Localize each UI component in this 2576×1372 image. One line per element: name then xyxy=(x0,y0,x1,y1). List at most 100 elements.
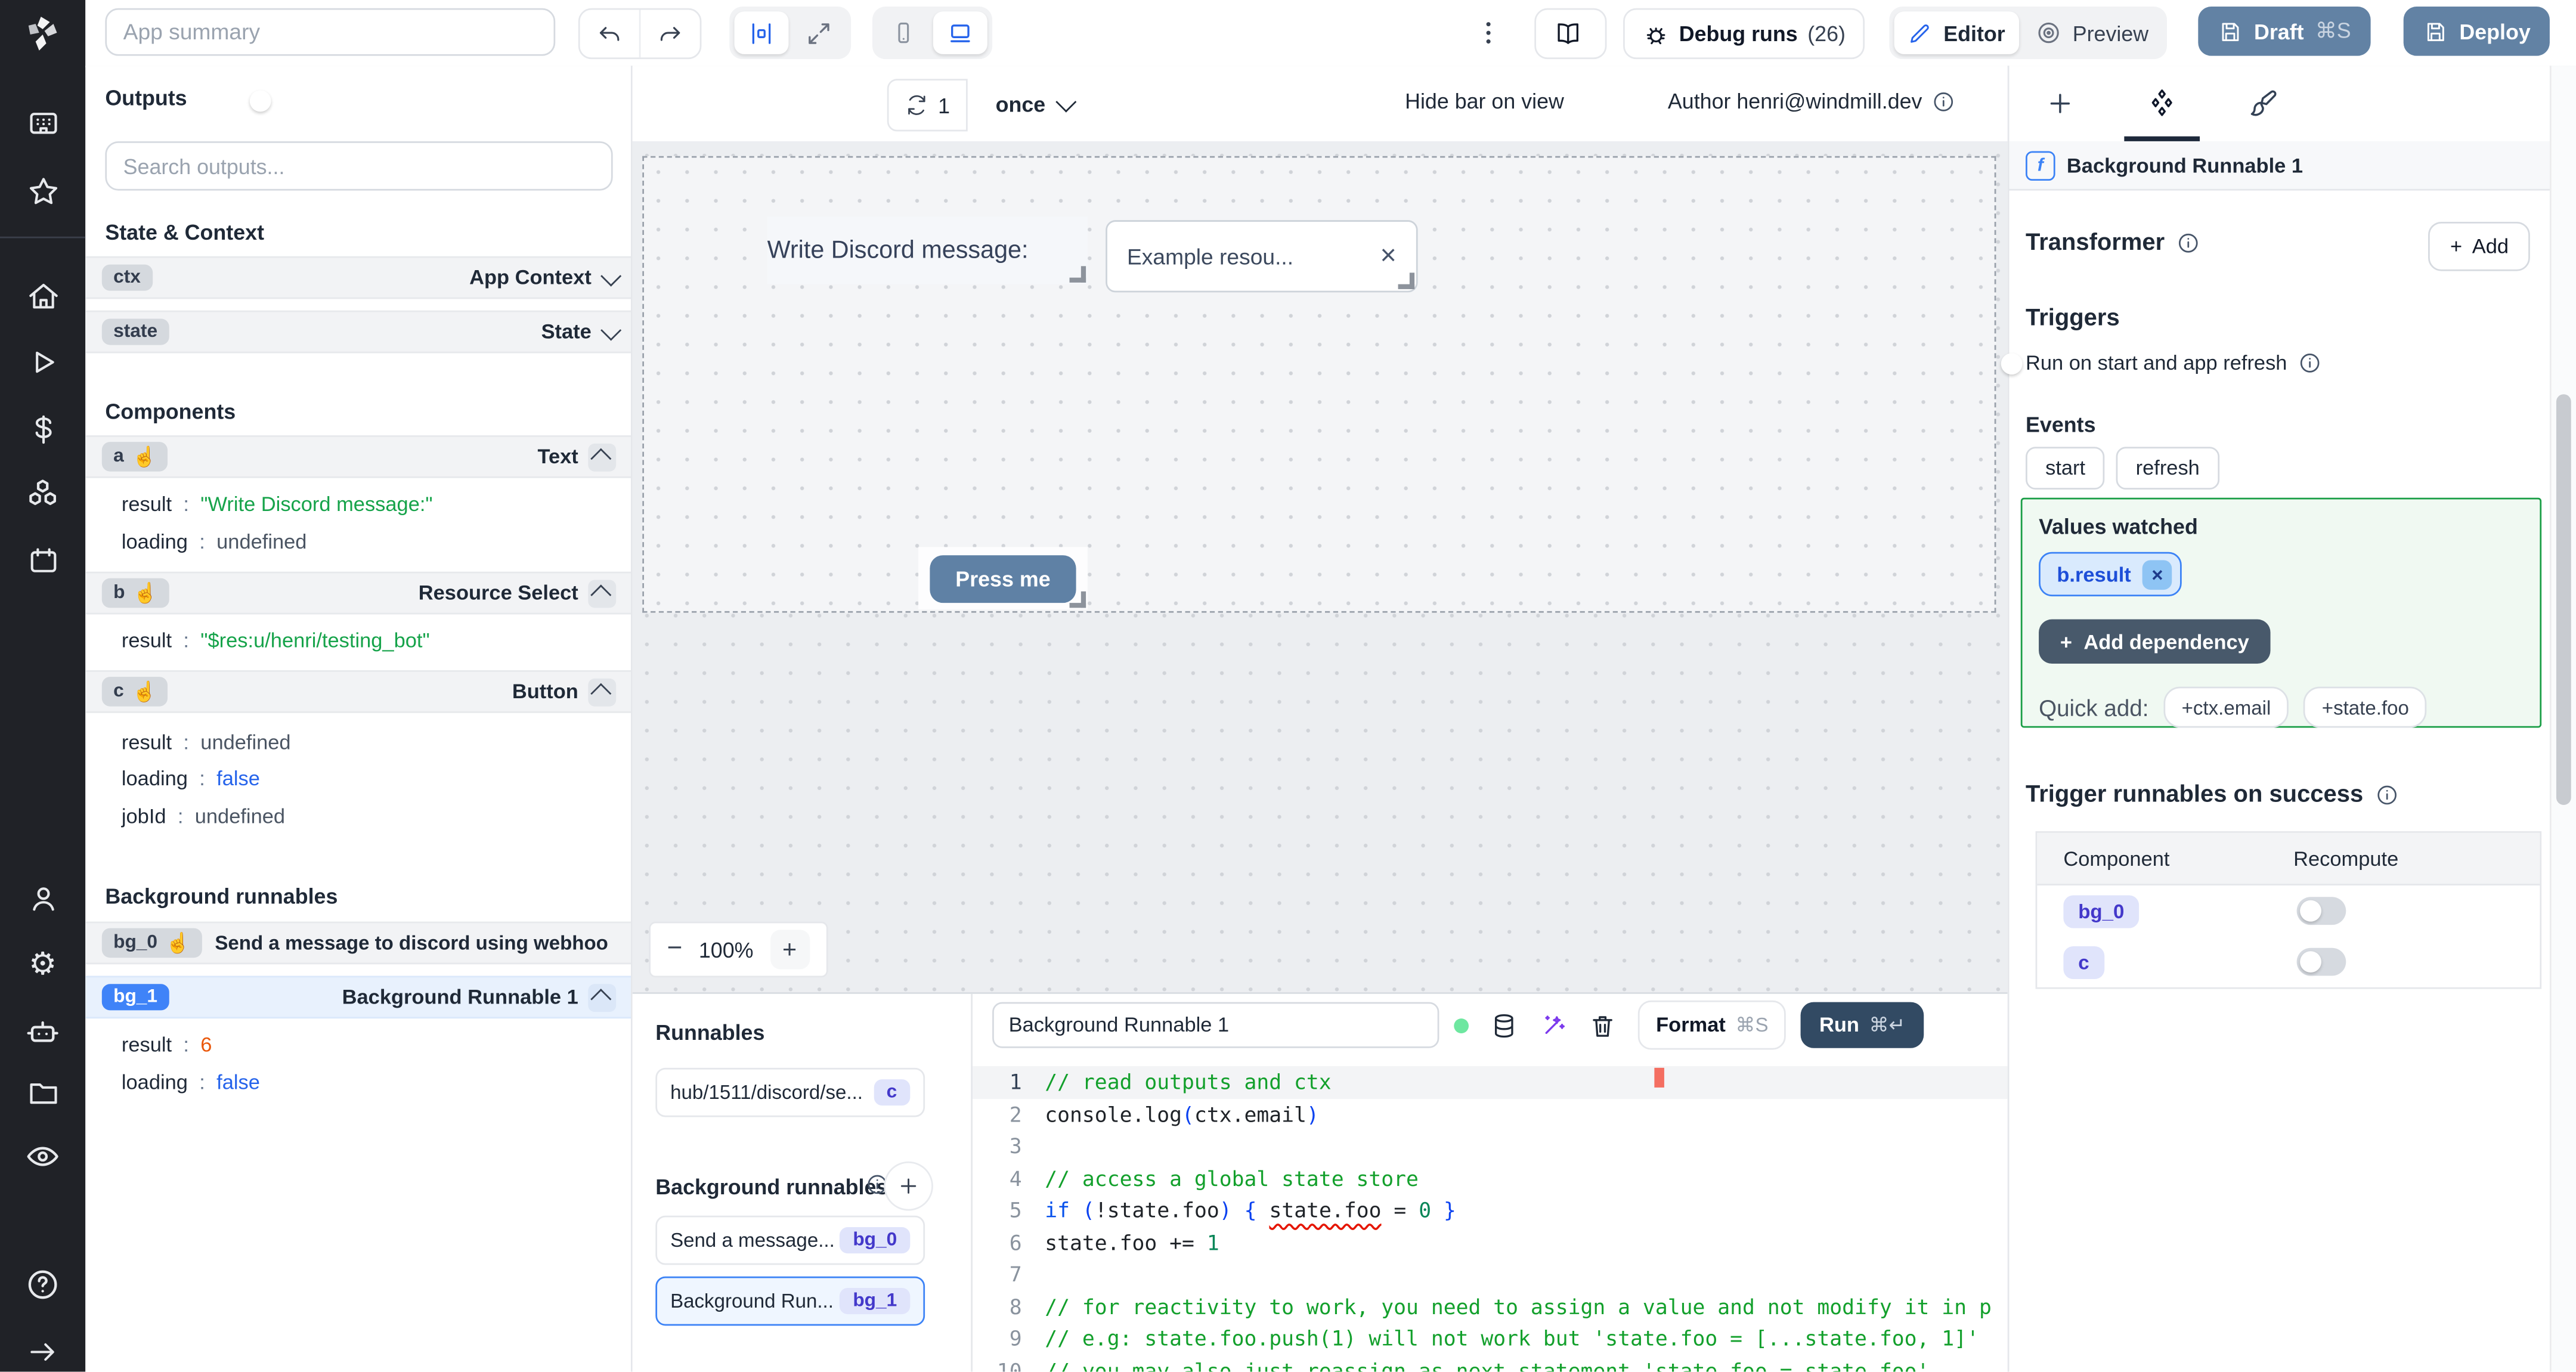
runnable-item-bg1-selected[interactable]: Background Run... bg_1 xyxy=(655,1276,925,1326)
refresh-mode-dropdown[interactable]: once xyxy=(983,79,1085,128)
runnable-row-bg1[interactable]: bg_1 Background Runnable 1 xyxy=(85,975,631,1019)
home-icon[interactable] xyxy=(23,278,63,316)
draft-button[interactable]: Draft ⌘S xyxy=(2198,7,2371,56)
code-line[interactable]: 2 console.log(ctx.email) xyxy=(973,1098,2008,1131)
resource-select-component[interactable]: Example resou... × xyxy=(1106,220,1418,293)
add-runnable-button[interactable] xyxy=(884,1161,933,1211)
event-chip-start[interactable]: start xyxy=(2026,447,2106,490)
search-outputs-input[interactable] xyxy=(105,141,613,191)
code-line[interactable]: 6 state.foo += 1 xyxy=(973,1227,2008,1259)
clear-x-icon[interactable]: × xyxy=(1380,240,1396,272)
runnable-row-bg0[interactable]: bg_0 ☝ Send a message to discord using we… xyxy=(85,921,631,965)
code-line[interactable]: 7 xyxy=(973,1258,2008,1290)
styling-brush-tab[interactable] xyxy=(2213,66,2315,141)
hand-pointer-icon: ☝ xyxy=(165,931,191,955)
collapse-button[interactable] xyxy=(588,579,617,608)
center-horizontally-icon[interactable] xyxy=(734,11,789,54)
mobile-view-icon[interactable] xyxy=(877,11,930,54)
code-line[interactable]: 4// access a global state store xyxy=(973,1162,2008,1194)
tab-preview[interactable]: Preview xyxy=(2021,11,2162,54)
debug-runs-button[interactable]: Debug runs (26) xyxy=(1623,8,1866,60)
hand-pointer-icon: ☝ xyxy=(132,445,157,469)
output-kv: result: "Write Discord message:" xyxy=(121,493,433,516)
event-chip-refresh[interactable]: refresh xyxy=(2116,447,2219,490)
code-editor[interactable]: 1// read outputs and ctx 2 console.log(ctx… xyxy=(973,1066,2008,1372)
zoom-out-button[interactable]: − xyxy=(667,935,683,965)
output-row-state[interactable]: state State xyxy=(85,310,631,354)
component-badge[interactable]: c xyxy=(2063,945,2104,978)
info-icon[interactable] xyxy=(2176,231,2199,255)
press-me-button[interactable]: Press me xyxy=(929,554,1077,602)
runs-icon[interactable] xyxy=(23,344,63,382)
deploy-button[interactable]: Deploy xyxy=(2403,7,2550,56)
recompute-toggle[interactable] xyxy=(2296,897,2346,925)
collapse-button[interactable] xyxy=(588,677,617,706)
component-row-c[interactable]: c ☝ Button xyxy=(85,670,631,713)
table-row: c xyxy=(2037,936,2540,987)
run-button[interactable]: Run ⌘↵ xyxy=(1801,1002,1924,1048)
info-icon[interactable] xyxy=(2374,783,2398,807)
collapse-button[interactable] xyxy=(588,983,617,1011)
database-icon[interactable] xyxy=(1490,1011,1518,1039)
runnable-name-input[interactable] xyxy=(992,1002,1439,1048)
chevron-down-icon xyxy=(600,319,622,340)
favorites-star-icon[interactable] xyxy=(23,173,63,211)
undo-button[interactable] xyxy=(580,10,639,58)
resize-handle[interactable] xyxy=(1398,272,1415,289)
delete-trash-icon[interactable] xyxy=(1589,1011,1617,1039)
windmill-logo-icon[interactable] xyxy=(21,13,64,56)
more-menu-kebab-icon[interactable] xyxy=(1473,17,1503,49)
component-row-a[interactable]: a ☝ Text xyxy=(85,435,631,478)
ai-wand-icon[interactable] xyxy=(1540,1011,1568,1039)
workers-robot-icon[interactable] xyxy=(23,1012,63,1051)
component-row-b[interactable]: b ☝ Resource Select xyxy=(85,571,631,615)
tab-editor[interactable]: Editor xyxy=(1894,11,2018,54)
app-canvas[interactable]: Write Discord message: Example resou... … xyxy=(632,141,2008,993)
window-scrollbar[interactable] xyxy=(2549,66,2576,1372)
help-icon[interactable] xyxy=(23,1266,63,1304)
add-dependency-button[interactable]: + Add dependency xyxy=(2039,619,2271,664)
workspace-icon[interactable] xyxy=(23,105,63,143)
scrollbar-thumb[interactable] xyxy=(2556,394,2571,805)
folders-icon[interactable] xyxy=(23,1075,63,1113)
app-summary-input[interactable] xyxy=(105,8,556,56)
code-line[interactable]: 5 if (!state.foo) { state.foo = 0 } xyxy=(973,1194,2008,1227)
resize-handle[interactable] xyxy=(1069,266,1086,283)
settings-gear-icon[interactable]: ⚙ xyxy=(23,946,63,984)
desktop-view-icon[interactable] xyxy=(933,11,987,54)
quick-add-state-foo[interactable]: +state.foo xyxy=(2303,686,2428,728)
redo-button[interactable] xyxy=(639,10,700,58)
audit-eye-icon[interactable] xyxy=(23,1138,63,1176)
user-icon[interactable] xyxy=(23,881,63,919)
expand-rail-arrow-icon[interactable] xyxy=(23,1334,63,1372)
schedules-icon[interactable] xyxy=(23,542,63,580)
code-line[interactable]: 9// e.g: state.foo.push(1) will not work… xyxy=(973,1323,2008,1355)
resize-handle[interactable] xyxy=(1069,591,1086,608)
resources-icon[interactable] xyxy=(23,476,63,514)
remove-watched-icon[interactable]: × xyxy=(2142,559,2172,589)
watched-value-chip[interactable]: b.result × xyxy=(2039,552,2182,597)
code-line[interactable]: 8// for reactivity to work, you need to … xyxy=(973,1290,2008,1323)
code-line[interactable]: 3 xyxy=(973,1131,2008,1163)
output-row-ctx[interactable]: ctx App Context xyxy=(85,256,631,299)
runnable-item-hub-script[interactable]: hub/1511/discord/se... c xyxy=(655,1067,925,1117)
format-button[interactable]: Format ⌘S xyxy=(1637,1000,1787,1050)
zoom-in-button[interactable]: + xyxy=(770,930,810,970)
info-icon[interactable] xyxy=(1932,89,1955,113)
quick-add-ctx-email[interactable]: +ctx.email xyxy=(2163,686,2289,728)
add-transformer-button[interactable]: + Add xyxy=(2429,221,2530,271)
runnable-item-bg0[interactable]: Send a message... bg_0 xyxy=(655,1215,925,1265)
variables-icon[interactable] xyxy=(23,410,63,448)
refresh-count-box[interactable]: 1 xyxy=(887,79,968,132)
collapse-button[interactable] xyxy=(588,442,617,471)
docs-book-button[interactable] xyxy=(1534,8,1607,60)
fullscreen-expand-icon[interactable] xyxy=(792,11,846,54)
text-component[interactable]: Write Discord message: xyxy=(767,216,1088,284)
recompute-toggle[interactable] xyxy=(2296,947,2346,976)
component-badge[interactable]: bg_0 xyxy=(2063,894,2140,928)
code-line[interactable]: 10// you may also just reassign as next … xyxy=(973,1355,2008,1371)
info-icon[interactable] xyxy=(2299,352,2322,375)
insert-component-tab[interactable] xyxy=(2009,66,2111,141)
settings-components-tab[interactable] xyxy=(2111,66,2213,141)
code-line[interactable]: 1// read outputs and ctx xyxy=(973,1066,2008,1098)
